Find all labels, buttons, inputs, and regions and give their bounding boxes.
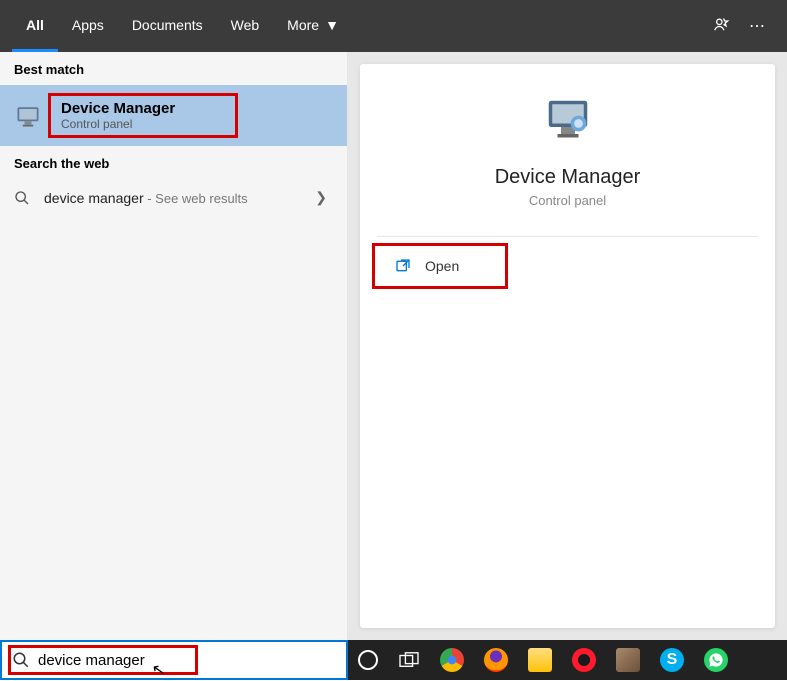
detail-panel: Device Manager Control panel Open [348,52,787,640]
open-label: Open [425,258,459,274]
skype-icon[interactable]: S [660,648,684,672]
cortana-icon[interactable] [358,650,378,670]
result-title: Device Manager [61,100,225,117]
firefox-icon[interactable] [484,648,508,672]
search-icon [14,190,32,206]
chrome-icon[interactable] [440,648,464,672]
tab-documents[interactable]: Documents [118,0,217,52]
opera-icon[interactable] [572,648,596,672]
device-manager-large-icon [540,92,596,148]
filter-tabs: All Apps Documents Web More ▼ [12,0,353,52]
divider [377,236,759,237]
best-match-header: Best match [0,52,347,85]
web-result-text: device manager - See web results [44,190,315,206]
tab-apps[interactable]: Apps [58,0,118,52]
detail-subtitle: Control panel [529,193,606,208]
taskbar-search-box[interactable]: ↖ [0,640,348,680]
tab-more[interactable]: More ▼ [273,0,353,52]
tab-all[interactable]: All [12,0,58,52]
taskbar-tray: S [348,640,787,680]
taskbar: ↖ S [0,640,787,680]
options-icon[interactable]: ⋯ [749,16,765,36]
open-icon [395,258,411,274]
file-explorer-icon[interactable] [528,648,552,672]
results-panel: Best match Device Manager Control panel … [0,52,348,640]
detail-title: Device Manager [495,166,641,189]
search-web-header: Search the web [0,146,347,179]
annotation-box: Device Manager Control panel [48,93,238,138]
feedback-icon[interactable] [711,16,731,36]
web-result-item[interactable]: device manager - See web results ❯ [0,179,347,216]
caret-down-icon: ▼ [325,17,339,33]
result-subtitle: Control panel [61,117,225,131]
tab-web[interactable]: Web [217,0,274,52]
search-icon [12,651,30,669]
chevron-right-icon: ❯ [315,189,327,206]
open-button[interactable]: Open [372,243,508,289]
device-manager-icon [14,102,42,130]
task-view-icon[interactable] [398,651,420,669]
whatsapp-icon[interactable] [704,648,728,672]
search-input[interactable] [30,646,336,675]
search-filter-tabs-bar: All Apps Documents Web More ▼ ⋯ [0,0,787,52]
best-match-result[interactable]: Device Manager Control panel [0,85,347,146]
writer-icon[interactable] [616,648,640,672]
